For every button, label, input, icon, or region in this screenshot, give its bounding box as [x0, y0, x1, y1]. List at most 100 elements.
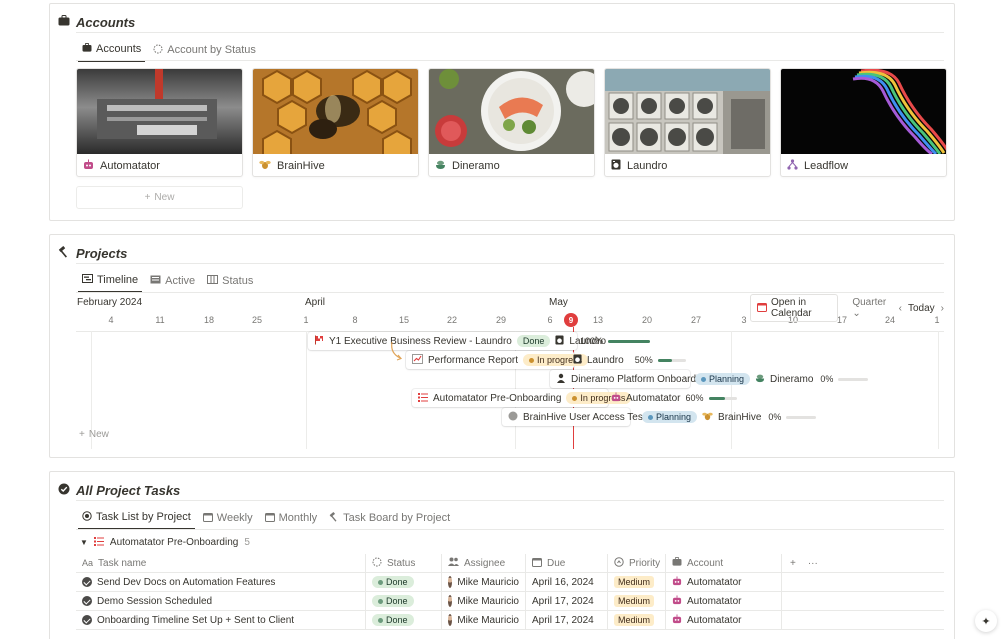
leaf-bowl-icon	[435, 159, 446, 173]
calendar-icon	[202, 512, 213, 525]
column-header-task-name[interactable]: Aa Task name	[76, 554, 366, 572]
tab-weekly[interactable]: Weekly	[199, 506, 257, 530]
task-name-cell[interactable]: Onboarding Timeline Set Up + Sent to Cli…	[76, 611, 366, 629]
new-project-button[interactable]: + New	[79, 429, 109, 440]
status-account-group: Planning BrainHive 0%	[642, 408, 817, 426]
account-cell[interactable]: Automatator	[666, 592, 782, 610]
table-row[interactable]: Send Dev Docs on Automation Features Don…	[76, 573, 944, 592]
account-label: Laundro	[587, 354, 624, 366]
range-select[interactable]: Quarter ⌄	[852, 297, 888, 319]
sparkle-assistant-button[interactable]: ✦	[975, 610, 997, 632]
project-name: Dineramo Platform Onboarding	[571, 373, 710, 385]
task-name-cell[interactable]: Send Dev Docs on Automation Features	[76, 573, 366, 591]
today-button[interactable]: Today	[908, 303, 935, 314]
status-badge: Done	[372, 595, 414, 607]
projects-title[interactable]: Projects	[76, 246, 127, 261]
project-name: Automatator Pre-Onboarding	[433, 392, 562, 404]
assignee-cell[interactable]: Mike Mauricio	[442, 592, 526, 610]
robot-icon	[672, 575, 682, 589]
priority-cell[interactable]: Medium	[608, 611, 666, 629]
timeline-item[interactable]: Y1 Executive Business Review - Laundro D…	[308, 332, 606, 350]
progress-bar	[657, 358, 686, 362]
column-header-priority[interactable]: Priority	[608, 554, 666, 572]
priority-cell[interactable]: Medium	[608, 592, 666, 610]
timeline-item[interactable]: Dineramo Platform Onboarding	[550, 370, 709, 388]
tab-timeline[interactable]: Timeline	[78, 269, 143, 293]
new-account-button[interactable]: + New	[76, 186, 243, 209]
caret-down-icon[interactable]: ▼	[80, 538, 88, 547]
progress-percent: 60%	[685, 393, 704, 403]
due-cell[interactable]: April 17, 2024	[526, 592, 608, 610]
account-card[interactable]: Leadflow	[780, 68, 947, 177]
column-header-assignee[interactable]: Assignee	[442, 554, 526, 572]
task-name-cell[interactable]: Demo Session Scheduled	[76, 592, 366, 610]
flag-icon	[314, 335, 324, 348]
account-cover-image	[781, 69, 946, 154]
progress-percent: 0%	[768, 412, 782, 422]
accounts-gallery: Automatator BrainHive Dineramo Laundro L…	[76, 68, 947, 177]
table-row[interactable]: Onboarding Timeline Set Up + Sent to Cli…	[76, 611, 944, 630]
add-column-icon[interactable]: +	[790, 558, 796, 569]
task-group-header[interactable]: ▼ Automatator Pre-Onboarding 5	[80, 536, 250, 549]
assignee-cell[interactable]: Mike Mauricio	[442, 611, 526, 629]
previous-button[interactable]: ‹	[899, 303, 902, 314]
timeline-item[interactable]: BrainHive User Access Testing	[502, 408, 659, 426]
timeline-item[interactable]: Automatator Pre-Onboarding In progress	[412, 389, 632, 407]
account-card[interactable]: BrainHive	[252, 68, 419, 177]
tab-account-by-status[interactable]: Account by Status	[149, 38, 260, 62]
priority-cell[interactable]: Medium	[608, 573, 666, 591]
account-cell[interactable]: Automatator	[666, 611, 782, 629]
status-cell[interactable]: Done	[366, 611, 442, 629]
tasks-header: All Project Tasks	[58, 480, 180, 500]
status-badge: Done	[516, 335, 551, 347]
timeline-day: 4	[108, 315, 114, 325]
account-cell[interactable]: Automatator	[666, 573, 782, 591]
assignee-cell[interactable]: Mike Mauricio	[442, 573, 526, 591]
account-name: Dineramo	[452, 160, 500, 172]
column-header-status[interactable]: Status	[366, 554, 442, 572]
briefcase-icon	[58, 15, 70, 29]
tab-accounts[interactable]: Accounts	[78, 38, 146, 62]
progress-bar	[786, 415, 817, 419]
status-badge: Planning	[695, 373, 751, 385]
column-header-account[interactable]: Account	[666, 554, 782, 572]
account-name: Automatator	[100, 160, 160, 172]
tab-monthly[interactable]: Monthly	[261, 506, 322, 530]
hammer-icon	[58, 245, 70, 261]
briefcase-icon	[672, 557, 682, 569]
tab-task-list-by-project[interactable]: Task List by Project	[78, 506, 195, 530]
projects-view-tabs: Timeline Active Status	[78, 269, 257, 293]
more-options-icon[interactable]: ···	[808, 558, 818, 569]
due-cell[interactable]: April 16, 2024	[526, 573, 608, 591]
timeline-day: 18	[203, 315, 215, 325]
tab-status[interactable]: Status	[203, 269, 257, 293]
projects-panel: Projects Timeline Active Status February…	[49, 234, 955, 458]
plus-icon: +	[79, 429, 85, 440]
tasks-panel: All Project Tasks Task List by Project W…	[49, 471, 955, 639]
timeline-day: 25	[251, 315, 263, 325]
open-in-calendar-button[interactable]: Open in Calendar	[750, 294, 839, 322]
next-button[interactable]: ›	[941, 303, 944, 314]
status-cell[interactable]: Done	[366, 592, 442, 610]
timeline-day: 1	[303, 315, 309, 325]
timeline-day: 29	[495, 315, 507, 325]
tab-task-board-by-project[interactable]: Task Board by Project	[325, 506, 454, 530]
tab-active[interactable]: Active	[146, 269, 199, 293]
due-cell[interactable]: April 17, 2024	[526, 611, 608, 629]
column-header-due[interactable]: Due	[526, 554, 608, 572]
timeline-month: February 2024	[77, 297, 143, 308]
account-label: Dineramo	[770, 373, 814, 385]
person-icon	[556, 373, 566, 386]
accounts-title[interactable]: Accounts	[76, 15, 135, 30]
timeline-item[interactable]: Performance Report In progress	[406, 351, 589, 369]
account-card[interactable]: Automatator	[76, 68, 243, 177]
status-cell[interactable]: Done	[366, 573, 442, 591]
table-row[interactable]: Demo Session Scheduled Done Mike Maurici…	[76, 592, 944, 611]
account-cover-image	[605, 69, 770, 154]
project-name: Y1 Executive Business Review - Laundro	[329, 335, 512, 347]
check-circle-icon	[82, 577, 92, 587]
tasks-title[interactable]: All Project Tasks	[76, 483, 180, 498]
account-card[interactable]: Laundro	[604, 68, 771, 177]
account-card[interactable]: Dineramo	[428, 68, 595, 177]
chevron-down-icon: ⌄	[852, 308, 861, 319]
